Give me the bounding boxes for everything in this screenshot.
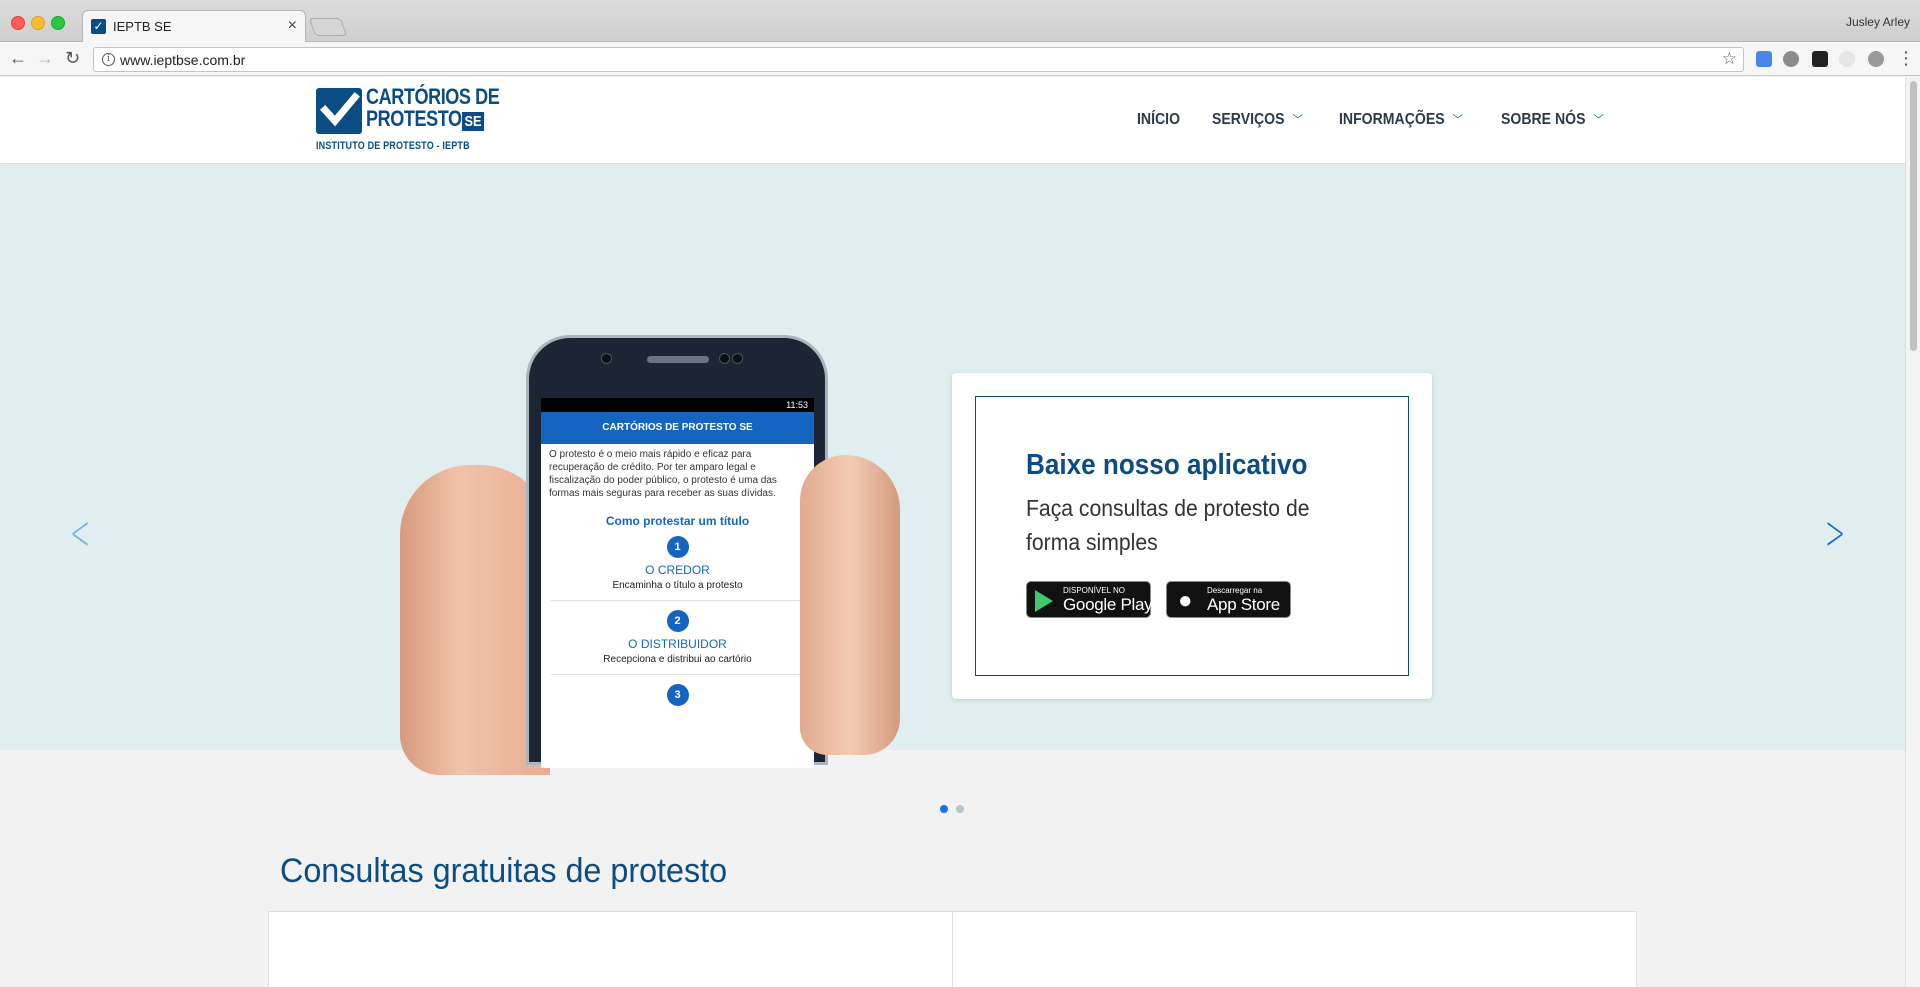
browser-tab-bar: ✓ IEPTB SE × Jusley Arley: [0, 0, 1920, 42]
react-extension-icon[interactable]: [1812, 51, 1828, 67]
gear-extension-icon[interactable]: [1783, 51, 1799, 67]
step-number: 2: [666, 610, 689, 632]
chevron-down-icon: ﹀: [1593, 113, 1604, 127]
step-title: O DISTRIBUIDOR: [628, 637, 727, 651]
tab-title: IEPTB SE: [113, 19, 172, 34]
hand-fingers-image: [800, 455, 900, 755]
carousel-prev-arrow-icon[interactable]: <: [70, 505, 90, 561]
page-viewport: CARTÓRIOS DE PROTESTO SE INSTITUTO DE PR…: [0, 77, 1905, 987]
site-info-icon[interactable]: i: [102, 53, 115, 66]
browser-tab[interactable]: ✓ IEPTB SE ×: [82, 10, 306, 42]
card-title: Baixe nosso aplicativo: [1026, 449, 1308, 481]
step-desc: Encaminha o título a protesto: [612, 580, 743, 591]
step-number: 1: [666, 536, 689, 558]
forward-arrow-icon[interactable]: →: [36, 48, 54, 69]
menu-item-label: SERVIÇOS: [1212, 111, 1285, 128]
profile-name[interactable]: Jusley Arley: [1846, 15, 1910, 29]
phone-sensor: [732, 353, 743, 364]
step-number: 3: [666, 684, 689, 706]
hero-carousel: 11:53 CARTÓRIOS DE PROTESTO SE O protest…: [0, 165, 1905, 775]
reload-icon[interactable]: ↻: [65, 48, 80, 69]
menu-item-informacoes[interactable]: INFORMAÇÕES ﹀: [1339, 111, 1463, 129]
card-subtitle: Faça consultas de protesto de forma simp…: [1026, 495, 1310, 555]
phone-speaker: [647, 356, 709, 363]
phone-image: 11:53 CARTÓRIOS DE PROTESTO SE O protest…: [526, 335, 828, 768]
maximize-window-button[interactable]: [51, 16, 65, 30]
menu-item-servicos[interactable]: SERVIÇOS ﹀: [1212, 111, 1303, 129]
chevron-down-icon: ﹀: [1292, 113, 1304, 127]
new-tab-button[interactable]: [308, 18, 348, 36]
address-url[interactable]: www.ieptbse.com.br: [120, 52, 245, 68]
page-scrollbar[interactable]: [1905, 77, 1920, 987]
minimize-window-button[interactable]: [31, 16, 45, 30]
app-store-badge[interactable]: ● Descarregar na App Store: [1166, 581, 1291, 618]
phone-sensor: [719, 353, 730, 364]
card-border: Baixe nosso aplicativo Faça consultas de…: [975, 396, 1409, 676]
logo-badge: SE: [462, 112, 485, 131]
logo-line3: INSTITUTO DE PROTESTO - IEPTB: [316, 140, 470, 152]
close-window-button[interactable]: [11, 16, 25, 30]
menu-kebab-icon[interactable]: ⋮: [1897, 48, 1915, 69]
phone-screen: 11:53 CARTÓRIOS DE PROTESTO SE O protest…: [541, 398, 814, 768]
phone-camera: [601, 353, 612, 364]
carousel-dot-active[interactable]: [940, 805, 948, 813]
app-store-label: App Store: [1207, 595, 1280, 614]
google-play-icon: [1035, 590, 1053, 612]
site-header: CARTÓRIOS DE PROTESTO SE INSTITUTO DE PR…: [0, 77, 1905, 164]
app-store-small: Descarregar na: [1207, 586, 1263, 595]
disabled-extension-icon[interactable]: [1839, 51, 1855, 67]
google-play-label: Google Play: [1063, 595, 1153, 614]
app-download-card: Baixe nosso aplicativo Faça consultas de…: [952, 373, 1432, 699]
divider: [551, 600, 804, 601]
consult-panels: [268, 911, 1637, 987]
logo-line2: PROTESTO: [366, 106, 462, 131]
apple-icon: ●: [1178, 587, 1193, 614]
address-bar[interactable]: i www.ieptbse.com.br ☆: [93, 47, 1744, 72]
scrollbar-thumb[interactable]: [1910, 81, 1917, 351]
browser-toolbar: ← → ↻ i www.ieptbse.com.br ☆ ⋮: [0, 42, 1920, 76]
panel-divider: [952, 912, 953, 987]
site-logo[interactable]: CARTÓRIOS DE PROTESTO SE INSTITUTO DE PR…: [316, 84, 500, 156]
google-play-badge[interactable]: DISPONÍVEL NO Google Play: [1026, 581, 1153, 618]
menu-item-label: INÍCIO: [1137, 111, 1181, 128]
phone-intro-text: O protesto é o meio mais rápido e eficaz…: [549, 449, 777, 499]
menu-item-sobre-nos[interactable]: SOBRE NÓS ﹀: [1501, 111, 1604, 129]
divider: [551, 674, 804, 675]
phone-status-time: 11:53: [541, 398, 814, 412]
bug-extension-icon[interactable]: [1868, 51, 1884, 67]
menu-item-label: SOBRE NÓS: [1501, 111, 1586, 128]
chevron-down-icon: ﹀: [1452, 113, 1464, 127]
logo-check-icon: [316, 88, 362, 134]
menu-item-inicio[interactable]: INÍCIO: [1137, 111, 1180, 129]
phone-heading: Como protestar um título: [605, 514, 750, 528]
section-title: Consultas gratuitas de protesto: [280, 852, 728, 890]
step-desc: Recepciona e distribui ao cartório: [603, 654, 752, 665]
carousel-dot[interactable]: [956, 805, 964, 813]
bookmark-star-icon[interactable]: ☆: [1722, 49, 1737, 69]
carousel-next-arrow-icon[interactable]: >: [1825, 505, 1845, 561]
google-play-small: DISPONÍVEL NO: [1063, 586, 1125, 595]
step-title: O CREDOR: [645, 563, 710, 577]
back-arrow-icon[interactable]: ←: [9, 48, 27, 69]
translate-extension-icon[interactable]: [1756, 51, 1772, 67]
tab-close-icon[interactable]: ×: [288, 17, 297, 35]
menu-item-label: INFORMAÇÕES: [1339, 111, 1445, 128]
phone-app-logo: CARTÓRIOS DE PROTESTO SE: [541, 412, 814, 444]
favicon-check-icon: ✓: [91, 19, 106, 34]
